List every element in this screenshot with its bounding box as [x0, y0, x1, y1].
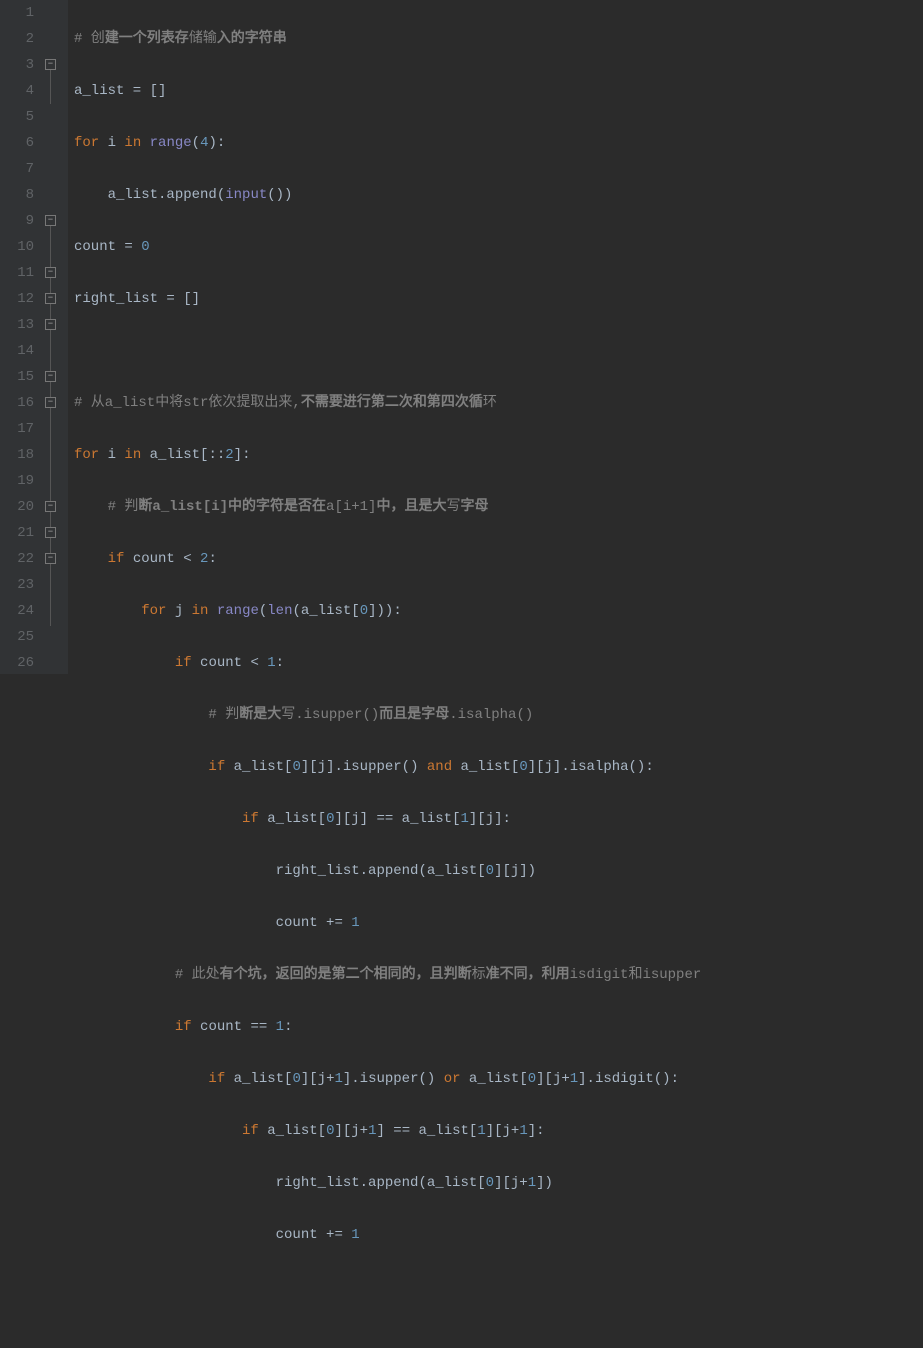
line-number: 1	[0, 0, 34, 26]
fold-marker-icon[interactable]: −	[45, 527, 56, 538]
fold-marker-icon[interactable]: −	[45, 371, 56, 382]
code-line[interactable]	[74, 338, 923, 364]
code-line[interactable]: # 判断是大写.isupper()而且是字母.isalpha()	[74, 702, 923, 728]
code-line[interactable]: # 判断a_list[i]中的字符是否在a[i+1]中，且是大写字母	[74, 494, 923, 520]
line-number: 18	[0, 442, 34, 468]
line-number: 22	[0, 546, 34, 572]
code-line[interactable]: if a_list[0][j] == a_list[1][j]:	[74, 806, 923, 832]
code-line[interactable]: right_list.append(a_list[0][j])	[74, 858, 923, 884]
line-number: 16	[0, 390, 34, 416]
code-line[interactable]: right_list = []	[74, 286, 923, 312]
line-number: 19	[0, 468, 34, 494]
fold-marker-icon[interactable]: −	[45, 397, 56, 408]
code-line[interactable]: if count == 1:	[74, 1014, 923, 1040]
fold-gutter: − − − − − − − − − −	[42, 0, 68, 674]
line-number: 12	[0, 286, 34, 312]
line-number: 8	[0, 182, 34, 208]
line-number: 9	[0, 208, 34, 234]
code-line[interactable]: if a_list[0][j+1] == a_list[1][j+1]:	[74, 1118, 923, 1144]
line-number: 17	[0, 416, 34, 442]
code-line[interactable]: if count < 1:	[74, 650, 923, 676]
line-number: 4	[0, 78, 34, 104]
code-line[interactable]: # 此处有个坑，返回的是第二个相同的，且判断标准不同，利用isdigit和isu…	[74, 962, 923, 988]
line-number: 3	[0, 52, 34, 78]
code-line[interactable]: count += 1	[74, 910, 923, 936]
code-line[interactable]: # 创建一个列表存储输入的字符串	[74, 26, 923, 52]
code-line[interactable]	[74, 1274, 923, 1300]
fold-marker-icon[interactable]: −	[45, 267, 56, 278]
line-number: 26	[0, 650, 34, 676]
line-number: 7	[0, 156, 34, 182]
fold-marker-icon[interactable]: −	[45, 293, 56, 304]
line-number: 2	[0, 26, 34, 52]
code-line[interactable]: for i in a_list[::2]:	[74, 442, 923, 468]
line-number: 5	[0, 104, 34, 130]
line-number: 24	[0, 598, 34, 624]
code-line[interactable]: # 从a_list中将str依次提取出来,不需要进行第二次和第四次循环	[74, 390, 923, 416]
code-line[interactable]: for i in range(4):	[74, 130, 923, 156]
line-number: 10	[0, 234, 34, 260]
line-number: 14	[0, 338, 34, 364]
code-line[interactable]: if count < 2:	[74, 546, 923, 572]
code-line[interactable]: right_list.append(a_list[0][j+1])	[74, 1170, 923, 1196]
code-editor[interactable]: # 创建一个列表存储输入的字符串 a_list = [] for i in ra…	[68, 0, 923, 674]
fold-marker-icon[interactable]: −	[45, 553, 56, 564]
fold-marker-icon[interactable]: −	[45, 501, 56, 512]
code-line[interactable]: for j in range(len(a_list[0])):	[74, 598, 923, 624]
line-number: 11	[0, 260, 34, 286]
line-number: 21	[0, 520, 34, 546]
code-line[interactable]: if a_list[0][j+1].isupper() or a_list[0]…	[74, 1066, 923, 1092]
line-number: 15	[0, 364, 34, 390]
fold-marker-icon[interactable]: −	[45, 319, 56, 330]
line-number: 13	[0, 312, 34, 338]
line-number-gutter: 1 2 3 4 5 6 7 8 9 10 11 12 13 14 15 16 1…	[0, 0, 42, 674]
fold-marker-icon[interactable]: −	[45, 59, 56, 70]
code-line[interactable]: a_list = []	[74, 78, 923, 104]
code-line[interactable]: a_list.append(input())	[74, 182, 923, 208]
line-number: 23	[0, 572, 34, 598]
code-line[interactable]	[74, 1326, 923, 1348]
code-line[interactable]: if a_list[0][j].isupper() and a_list[0][…	[74, 754, 923, 780]
code-line[interactable]: count += 1	[74, 1222, 923, 1248]
line-number: 20	[0, 494, 34, 520]
code-line[interactable]: count = 0	[74, 234, 923, 260]
line-number: 6	[0, 130, 34, 156]
fold-marker-icon[interactable]: −	[45, 215, 56, 226]
line-number: 25	[0, 624, 34, 650]
